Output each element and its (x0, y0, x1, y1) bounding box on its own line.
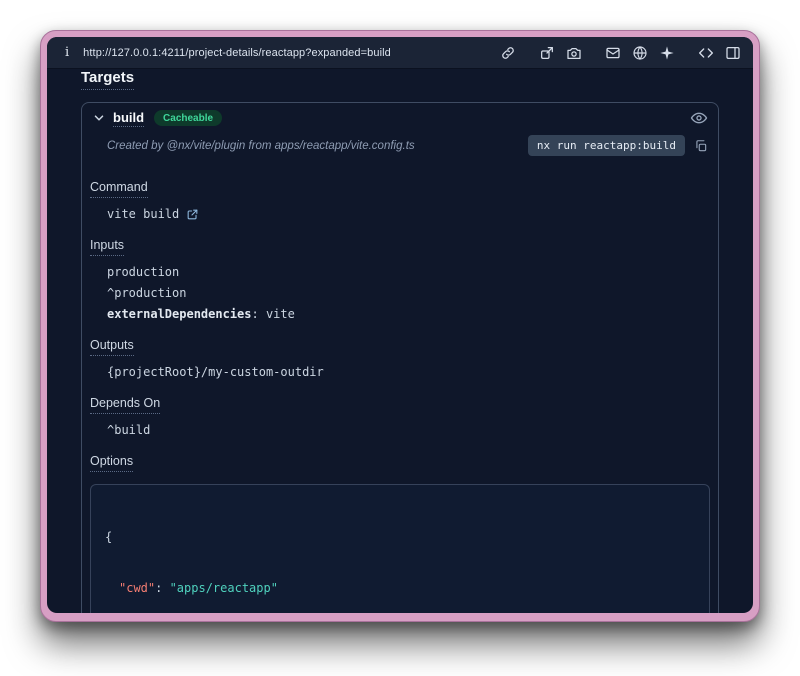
code-line: "cwd": "apps/reactapp" (105, 580, 695, 597)
input-item: production (107, 264, 710, 280)
mail-icon[interactable] (605, 45, 621, 61)
build-card-body: Command vite build Inputs production ^pr… (82, 166, 718, 613)
depends-on-item: ^build (107, 422, 710, 438)
input-item-external-deps: externalDependencies: vite (107, 306, 710, 322)
cacheable-badge: Cacheable (154, 110, 222, 126)
code-line: { (105, 529, 695, 546)
url-text[interactable]: http://127.0.0.1:4211/project-details/re… (83, 47, 391, 59)
settings-icon[interactable] (659, 45, 675, 61)
info-icon: i (65, 45, 69, 60)
build-card-subheader: Created by @nx/vite/plugin from apps/rea… (82, 133, 718, 166)
browser-window: i http://127.0.0.1:4211/project-details/… (40, 30, 760, 622)
code-value: "apps/reactapp" (170, 581, 278, 595)
created-by-text: Created by @nx/vite/plugin from apps/rea… (107, 140, 415, 152)
section-options: Options (90, 454, 133, 472)
external-link-icon[interactable] (186, 208, 199, 221)
window-inner: i http://127.0.0.1:4211/project-details/… (47, 37, 753, 613)
run-command-chip[interactable]: nx run reactapp:build (528, 135, 685, 156)
build-card-header[interactable]: build Cacheable (82, 103, 718, 133)
code-key: "cwd" (119, 581, 155, 595)
code-separator: : (155, 581, 169, 595)
output-item: {projectRoot}/my-custom-outdir (107, 364, 710, 380)
page-title: Targets (81, 69, 134, 90)
titlebar-actions (500, 45, 741, 61)
share-icon[interactable] (539, 45, 555, 61)
input-item: ^production (107, 285, 710, 301)
target-name-build[interactable]: build (113, 110, 144, 127)
sidebar-icon[interactable] (725, 45, 741, 61)
section-inputs: Inputs (90, 238, 124, 256)
section-depends-on: Depends On (90, 396, 160, 414)
eye-icon[interactable] (690, 109, 708, 127)
target-card-build: build Cacheable Created by @nx/vite/plug… (81, 102, 719, 613)
section-command: Command (90, 180, 148, 198)
code-icon[interactable] (698, 45, 714, 61)
command-value-row: vite build (107, 206, 710, 222)
command-value: vite build (107, 206, 179, 222)
chevron-down-icon[interactable] (92, 111, 106, 125)
options-code-block: { "cwd": "apps/reactapp" } (90, 484, 710, 613)
copy-icon[interactable] (694, 139, 708, 153)
camera-icon[interactable] (566, 45, 582, 61)
globe-icon[interactable] (632, 45, 648, 61)
address-bar: i http://127.0.0.1:4211/project-details/… (47, 37, 753, 69)
external-deps-key: externalDependencies (107, 306, 252, 322)
section-outputs: Outputs (90, 338, 134, 356)
external-deps-value: : vite (252, 306, 295, 322)
project-details-page: Targets build Cacheable Created by @nx/v… (47, 69, 753, 613)
link-icon[interactable] (500, 45, 516, 61)
